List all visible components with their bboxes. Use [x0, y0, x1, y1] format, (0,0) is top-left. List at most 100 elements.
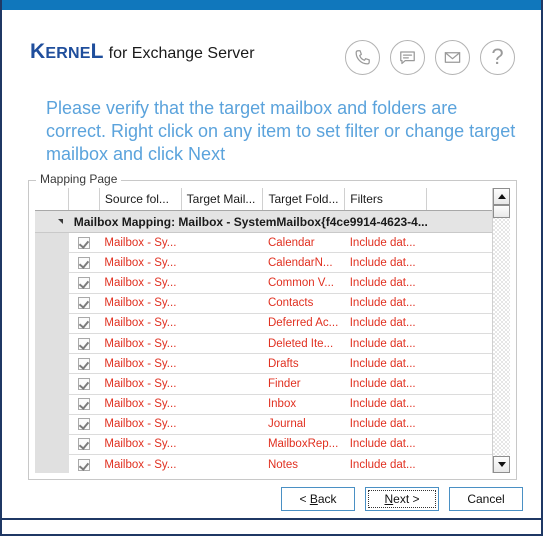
table-row[interactable]: Mailbox - Sy... Finder Include dat...	[35, 373, 492, 395]
column-header-select[interactable]	[68, 188, 100, 211]
cell-target-folder[interactable]: Deferred Ac...	[262, 313, 345, 334]
row-checkbox-cell[interactable]	[68, 454, 100, 473]
cell-target-folder[interactable]: Deleted Ite...	[262, 333, 345, 355]
row-checkbox[interactable]	[78, 297, 91, 310]
cell-filters[interactable]: Include dat...	[344, 293, 427, 314]
cell-filters[interactable]: Include dat...	[344, 434, 427, 456]
row-checkbox-cell[interactable]	[68, 313, 100, 334]
cell-target-folder[interactable]: CalendarN...	[262, 252, 345, 274]
cell-filters[interactable]: Include dat...	[344, 313, 427, 334]
row-checkbox[interactable]	[78, 377, 91, 390]
table-row[interactable]: Mailbox - Sy... Drafts Include dat...	[35, 353, 492, 375]
cell-target-folder[interactable]: Contacts	[262, 293, 345, 314]
cell-target-mailbox[interactable]	[181, 252, 263, 274]
cell-target-mailbox[interactable]	[181, 394, 263, 415]
cell-filters[interactable]: Include dat...	[344, 232, 427, 254]
cell-target-mailbox[interactable]	[181, 414, 263, 435]
table-row[interactable]: Mailbox - Sy... Inbox Include dat...	[35, 394, 492, 415]
table-row[interactable]: Mailbox - Sy... MailboxRep... Include dat.…	[35, 434, 492, 456]
row-checkbox-cell[interactable]	[68, 293, 100, 314]
cell-filters[interactable]: Include dat...	[344, 373, 427, 395]
row-checkbox-cell[interactable]	[68, 232, 100, 254]
cell-source-folder[interactable]: Mailbox - Sy...	[99, 313, 182, 334]
cell-target-mailbox[interactable]	[181, 373, 263, 395]
row-checkbox[interactable]	[78, 317, 91, 330]
cell-source-folder[interactable]: Mailbox - Sy...	[99, 333, 182, 355]
table-row[interactable]: Mailbox - Sy... Deferred Ac... Include dat…	[35, 313, 492, 334]
row-checkbox-cell[interactable]	[68, 333, 100, 355]
cell-target-mailbox[interactable]	[181, 353, 263, 375]
cell-source-folder[interactable]: Mailbox - Sy...	[99, 353, 182, 375]
cancel-button[interactable]: Cancel	[449, 487, 523, 511]
row-checkbox-cell[interactable]	[68, 272, 100, 294]
back-button[interactable]: < Back	[281, 487, 355, 511]
row-checkbox[interactable]	[78, 236, 91, 249]
cell-source-folder[interactable]: Mailbox - Sy...	[99, 232, 182, 254]
row-checkbox[interactable]	[78, 256, 91, 269]
cell-source-folder[interactable]: Mailbox - Sy...	[99, 414, 182, 435]
column-header-filters[interactable]: Filters	[344, 188, 428, 211]
row-checkbox[interactable]	[78, 276, 91, 289]
row-checkbox-cell[interactable]	[68, 252, 100, 274]
column-header-indent[interactable]	[35, 188, 70, 211]
next-button[interactable]: Next >	[365, 487, 439, 511]
scroll-down-button[interactable]	[493, 456, 510, 473]
table-row[interactable]: Mailbox - Sy... Deleted Ite... Include dat…	[35, 333, 492, 355]
cell-source-folder[interactable]: Mailbox - Sy...	[99, 434, 182, 456]
cell-target-mailbox[interactable]	[181, 293, 263, 314]
cell-target-mailbox[interactable]	[181, 232, 263, 254]
table-row[interactable]: Mailbox - Sy... Common V... Include dat...	[35, 272, 492, 294]
cell-source-folder[interactable]: Mailbox - Sy...	[99, 252, 182, 274]
mapping-grid[interactable]: Source fol... Target Mail... Target Fold…	[35, 188, 492, 473]
cell-target-folder[interactable]: MailboxRep...	[262, 434, 345, 456]
column-header-target-folder[interactable]: Target Fold...	[262, 188, 346, 211]
cell-target-mailbox[interactable]	[181, 313, 263, 334]
cell-target-folder[interactable]: Journal	[262, 414, 345, 435]
table-row[interactable]: Mailbox - Sy... Calendar Include dat...	[35, 232, 492, 254]
cell-filters[interactable]: Include dat...	[344, 454, 427, 473]
cell-filters[interactable]: Include dat...	[344, 333, 427, 355]
row-checkbox-cell[interactable]	[68, 353, 100, 375]
row-checkbox-cell[interactable]	[68, 394, 100, 415]
cell-filters[interactable]: Include dat...	[344, 252, 427, 274]
cell-filters[interactable]: Include dat...	[344, 394, 427, 415]
cell-target-mailbox[interactable]	[181, 454, 263, 473]
cell-target-folder[interactable]: Drafts	[262, 353, 345, 375]
row-checkbox-cell[interactable]	[68, 373, 100, 395]
cell-filters[interactable]: Include dat...	[344, 414, 427, 435]
row-checkbox[interactable]	[78, 418, 91, 431]
cell-target-folder[interactable]: Calendar	[262, 232, 345, 254]
vertical-scrollbar[interactable]	[492, 188, 510, 473]
cell-source-folder[interactable]: Mailbox - Sy...	[99, 272, 182, 294]
phone-icon[interactable]	[345, 40, 380, 75]
scrollbar-track[interactable]	[493, 205, 510, 456]
cell-source-folder[interactable]: Mailbox - Sy...	[99, 373, 182, 395]
column-header-spacer[interactable]	[426, 188, 492, 211]
cell-source-folder[interactable]: Mailbox - Sy...	[99, 293, 182, 314]
row-checkbox[interactable]	[78, 357, 91, 370]
column-header-source-folder[interactable]: Source fol...	[99, 188, 182, 211]
cell-target-folder[interactable]: Notes	[262, 454, 345, 473]
cell-target-mailbox[interactable]	[181, 272, 263, 294]
scrollbar-thumb[interactable]	[493, 205, 510, 218]
row-checkbox-cell[interactable]	[68, 434, 100, 456]
cell-target-folder[interactable]: Inbox	[262, 394, 345, 415]
table-row[interactable]: Mailbox - Sy... Contacts Include dat...	[35, 293, 492, 314]
row-checkbox[interactable]	[78, 337, 91, 350]
cell-source-folder[interactable]: Mailbox - Sy...	[99, 394, 182, 415]
table-row[interactable]: Mailbox - Sy... Journal Include dat...	[35, 414, 492, 435]
group-expander[interactable]	[35, 210, 69, 233]
row-checkbox[interactable]	[78, 398, 91, 411]
row-checkbox-cell[interactable]	[68, 414, 100, 435]
table-row[interactable]: Mailbox - Sy... Notes Include dat...	[35, 454, 492, 473]
cell-filters[interactable]: Include dat...	[344, 272, 427, 294]
help-icon[interactable]: ?	[480, 40, 515, 75]
row-checkbox[interactable]	[78, 458, 91, 471]
cell-target-mailbox[interactable]	[181, 434, 263, 456]
column-header-target-mailbox[interactable]: Target Mail...	[181, 188, 264, 211]
cell-target-mailbox[interactable]	[181, 333, 263, 355]
row-checkbox[interactable]	[78, 438, 91, 451]
email-icon[interactable]	[435, 40, 470, 75]
cell-target-folder[interactable]: Common V...	[262, 272, 345, 294]
scroll-up-button[interactable]	[493, 188, 510, 205]
